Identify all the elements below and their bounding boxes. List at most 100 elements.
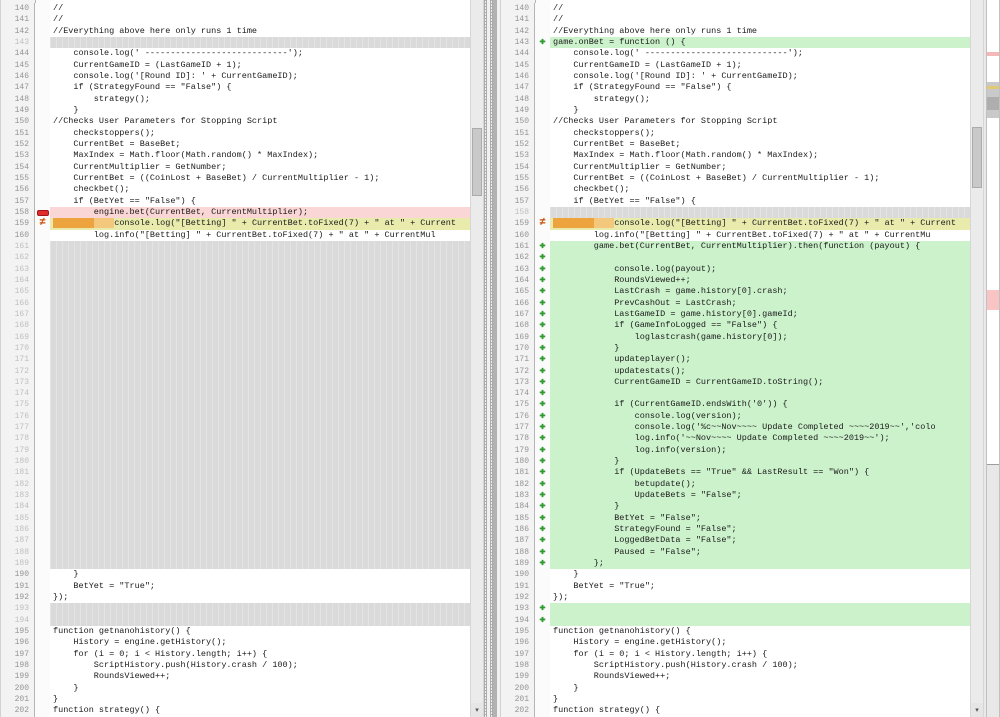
code-line[interactable]: if (UpdateBets == "True" && LastResult =… — [550, 467, 970, 478]
code-line[interactable] — [550, 252, 970, 263]
code-line[interactable] — [50, 603, 470, 614]
code-line[interactable]: // — [550, 14, 970, 25]
code-line[interactable] — [550, 615, 970, 626]
code-line[interactable]: //Everything above here only runs 1 time — [550, 26, 970, 37]
code-line[interactable]: }; — [550, 558, 970, 569]
overview-location-ruler[interactable] — [986, 0, 1000, 717]
code-line[interactable]: console.log('[Round ID]: ' + CurrentGame… — [50, 71, 470, 82]
code-line[interactable]: } — [550, 343, 970, 354]
code-line[interactable]: RoundsViewed++; — [550, 671, 970, 682]
code-line[interactable]: if (GameInfoLogged == "False") { — [550, 320, 970, 331]
code-line[interactable]: checkstoppers(); — [50, 128, 470, 139]
code-line[interactable]: } — [550, 683, 970, 694]
code-line[interactable]: log.info(version); — [550, 445, 970, 456]
code-line[interactable]: } — [550, 501, 970, 512]
code-line[interactable] — [50, 479, 470, 490]
code-line[interactable]: for (i = 0; i < History.length; i++) { — [50, 649, 470, 660]
code-line[interactable] — [50, 252, 470, 263]
code-line[interactable] — [50, 490, 470, 501]
code-line[interactable]: CurrentBet = ((CoinLost + BaseBet) / Cur… — [550, 173, 970, 184]
code-line[interactable]: }); — [550, 592, 970, 603]
code-line[interactable] — [50, 320, 470, 331]
code-line[interactable]: console.log('[Round ID]: ' + CurrentGame… — [550, 71, 970, 82]
code-line[interactable]: ScriptHistory.push(History.crash / 100); — [50, 660, 470, 671]
code-line[interactable]: RoundsViewed++; — [50, 671, 470, 682]
code-line[interactable]: for (i = 0; i < History.length; i++) { — [550, 649, 970, 660]
overview-visible-region-inner[interactable] — [987, 97, 999, 110]
code-line[interactable] — [50, 422, 470, 433]
left-scrollbar-down-arrow-icon[interactable]: ▾ — [471, 703, 483, 717]
code-line[interactable]: CurrentGameID = CurrentGameID.toString()… — [550, 377, 970, 388]
code-line[interactable]: console.log('%c~~Nov~~~~ Update Complete… — [550, 422, 970, 433]
code-line[interactable]: updateplayer(); — [550, 354, 970, 365]
code-line[interactable]: MaxIndex = Math.floor(Math.random() * Ma… — [550, 150, 970, 161]
left-scrollbar-thumb[interactable] — [472, 128, 482, 196]
code-line[interactable]: checkbet(); — [50, 184, 470, 195]
code-line[interactable]: } — [550, 694, 970, 705]
overview-deleted-mark[interactable] — [987, 290, 999, 310]
code-line[interactable]: //Checks User Parameters for Stopping Sc… — [50, 116, 470, 127]
code-line[interactable]: } — [50, 683, 470, 694]
code-line[interactable]: ScriptHistory.push(History.crash / 100); — [550, 660, 970, 671]
code-line[interactable]: } — [550, 105, 970, 116]
code-line[interactable]: strategy(); — [50, 94, 470, 105]
code-line[interactable]: PrevCashOut = LastCrash; — [550, 298, 970, 309]
code-line[interactable] — [550, 603, 970, 614]
code-line[interactable]: History = engine.getHistory(); — [50, 637, 470, 648]
code-line[interactable]: checkstoppers(); — [550, 128, 970, 139]
code-line[interactable]: engine.bet(CurrentBet, CurrentMultiplier… — [50, 207, 470, 218]
code-line[interactable]: CurrentMultiplier = GetNumber; — [50, 162, 470, 173]
code-line[interactable]: } — [50, 105, 470, 116]
code-line[interactable]: console.log(' --------------------------… — [50, 48, 470, 59]
code-line[interactable] — [50, 343, 470, 354]
code-line[interactable] — [50, 298, 470, 309]
code-line[interactable] — [50, 388, 470, 399]
code-line[interactable]: game.bet(CurrentBet, CurrentMultiplier).… — [550, 241, 970, 252]
code-line[interactable] — [50, 264, 470, 275]
code-line[interactable] — [50, 241, 470, 252]
code-line[interactable]: }); — [50, 592, 470, 603]
code-line[interactable]: // — [550, 3, 970, 14]
code-line[interactable]: LastGameID = game.history[0].gameId; — [550, 309, 970, 320]
code-line[interactable]: console.log("[Betting] " + CurrentBet.to… — [50, 218, 470, 229]
code-line[interactable]: function getnanohistory() { — [50, 626, 470, 637]
code-line[interactable]: updatestats(); — [550, 366, 970, 377]
code-line[interactable] — [50, 524, 470, 535]
code-line[interactable]: log.info('~~Nov~~~~ Update Completed ~~~… — [550, 433, 970, 444]
code-line[interactable]: console.log("[Betting] " + CurrentBet.to… — [550, 218, 970, 229]
code-line[interactable]: } — [550, 569, 970, 580]
code-line[interactable]: } — [50, 569, 470, 580]
code-line[interactable]: BetYet = "False"; — [550, 513, 970, 524]
code-line[interactable]: MaxIndex = Math.floor(Math.random() * Ma… — [50, 150, 470, 161]
code-line[interactable]: } — [50, 694, 470, 705]
code-line[interactable]: log.info("[Betting] " + CurrentBet.toFix… — [50, 230, 470, 241]
code-line[interactable]: // — [50, 14, 470, 25]
code-line[interactable]: console.log(payout); — [550, 264, 970, 275]
code-line[interactable]: game.onBet = function () { — [550, 37, 970, 48]
code-line[interactable] — [50, 433, 470, 444]
code-line[interactable] — [50, 615, 470, 626]
code-line[interactable] — [50, 275, 470, 286]
code-line[interactable]: log.info("[Betting] " + CurrentBet.toFix… — [550, 230, 970, 241]
code-line[interactable] — [550, 388, 970, 399]
code-line[interactable] — [50, 513, 470, 524]
code-line[interactable]: CurrentGameID = (LastGameID + 1); — [550, 60, 970, 71]
code-line[interactable] — [50, 286, 470, 297]
code-line[interactable] — [50, 535, 470, 546]
code-line[interactable] — [50, 456, 470, 467]
code-line[interactable]: } — [550, 456, 970, 467]
splitter-bar[interactable] — [493, 0, 497, 717]
code-line[interactable]: History = engine.getHistory(); — [550, 637, 970, 648]
code-line[interactable]: strategy(); — [550, 94, 970, 105]
code-line[interactable]: RoundsViewed++; — [550, 275, 970, 286]
code-line[interactable]: if (BetYet == "False") { — [550, 196, 970, 207]
code-line[interactable] — [50, 332, 470, 343]
code-line[interactable]: if (StrategyFound == "False") { — [550, 82, 970, 93]
code-line[interactable] — [50, 467, 470, 478]
code-line[interactable]: CurrentBet = ((CoinLost + BaseBet) / Cur… — [50, 173, 470, 184]
overview-changed-mark[interactable] — [987, 86, 999, 89]
code-line[interactable] — [50, 37, 470, 48]
code-line[interactable] — [50, 309, 470, 320]
code-line[interactable]: CurrentMultiplier = GetNumber; — [550, 162, 970, 173]
code-line[interactable]: BetYet = "True"; — [50, 581, 470, 592]
